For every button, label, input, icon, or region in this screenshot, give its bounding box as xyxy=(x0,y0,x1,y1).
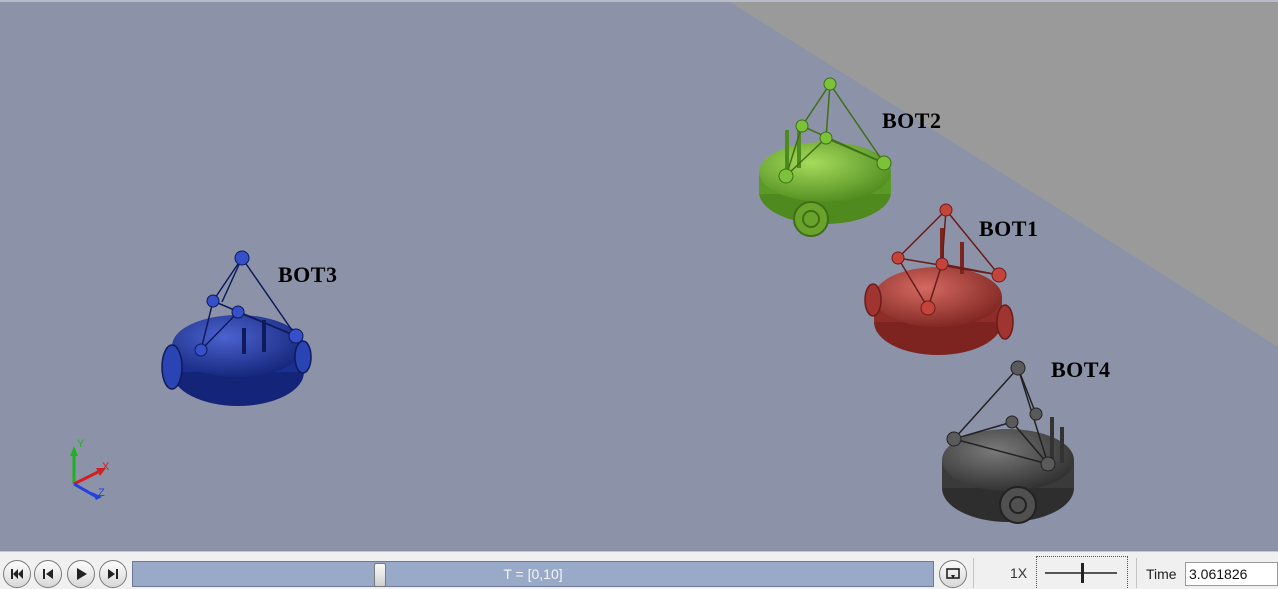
step-back-icon xyxy=(43,569,53,579)
toolbar-separator xyxy=(1136,558,1137,588)
step-forward-icon xyxy=(108,569,118,579)
bot3-label: BOT3 xyxy=(278,262,338,287)
speed-slider[interactable] xyxy=(1036,556,1128,589)
robot-bot4 xyxy=(942,360,1074,524)
time-input[interactable] xyxy=(1185,562,1278,586)
play-button[interactable] xyxy=(67,560,95,588)
bot1-label: BOT1 xyxy=(979,216,1039,241)
timeline-slider[interactable]: T = [0,10] xyxy=(132,561,934,587)
time-label: Time xyxy=(1146,566,1177,582)
speed-slider-track xyxy=(1045,563,1117,583)
timeline-thumb[interactable] xyxy=(374,563,386,587)
loop-button[interactable] xyxy=(939,560,967,588)
z-axis-label: Z xyxy=(98,487,105,499)
timeline-range-label: T = [0,10] xyxy=(503,566,563,582)
step-back-button[interactable] xyxy=(34,560,62,588)
speed-label: 1X xyxy=(1010,565,1028,581)
x-axis-arrow xyxy=(73,470,99,486)
playback-toolbar: T = [0,10] 1X Time xyxy=(0,551,1278,589)
y-axis-label: Y xyxy=(77,438,85,450)
skip-to-start-icon xyxy=(11,569,23,579)
skip-to-start-button[interactable] xyxy=(3,560,31,588)
toolbar-separator xyxy=(973,558,974,588)
robot-bot2 xyxy=(759,77,892,237)
loop-icon xyxy=(946,568,960,579)
z-axis-arrow xyxy=(73,482,96,498)
play-icon xyxy=(77,568,87,580)
step-forward-button[interactable] xyxy=(99,560,127,588)
x-axis-label: X xyxy=(102,461,110,473)
bot2-label: BOT2 xyxy=(882,108,942,133)
3d-viewport[interactable]: BOT2 BOT1 BOT3 BOT4 Y X Z xyxy=(0,0,1278,551)
bot4-label: BOT4 xyxy=(1051,357,1111,382)
scene-canvas xyxy=(70,2,1278,524)
